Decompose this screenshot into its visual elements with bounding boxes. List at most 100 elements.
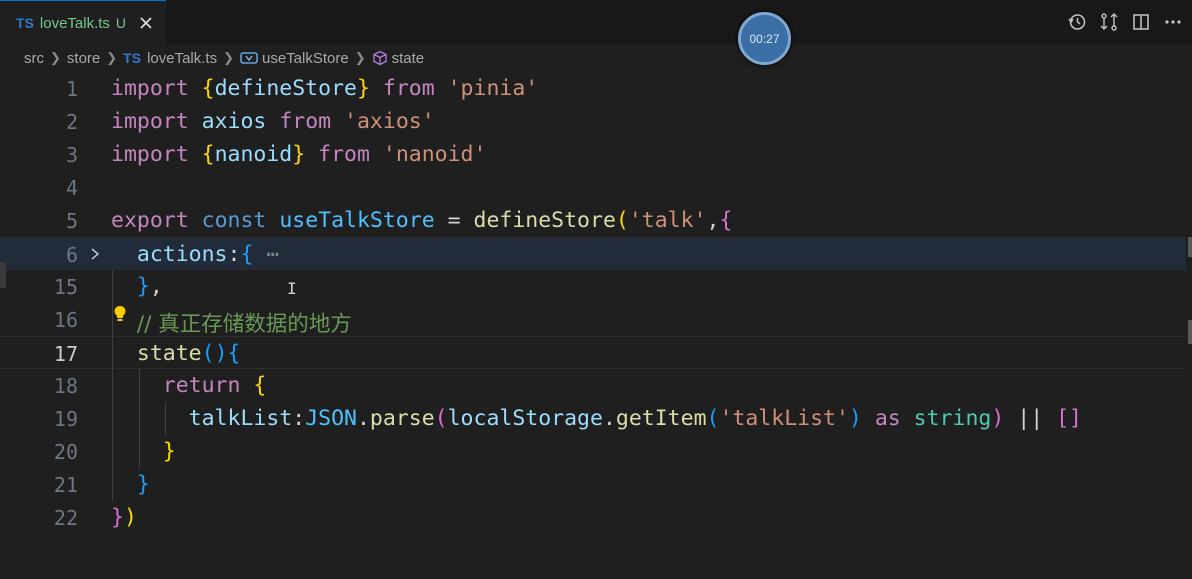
code-token: JSON bbox=[305, 406, 357, 431]
code-token: 'axios' bbox=[344, 109, 435, 134]
code-line[interactable]: 15 }, bbox=[0, 270, 1186, 303]
breadcrumb-item-symbol[interactable]: useTalkStore bbox=[262, 50, 349, 67]
code-text: }, bbox=[111, 274, 163, 299]
code-token: } bbox=[136, 274, 150, 299]
line-number: 19 bbox=[53, 407, 78, 431]
code-token: ] bbox=[1069, 406, 1082, 431]
code-token: localStorage bbox=[447, 406, 603, 431]
code-token: return bbox=[162, 373, 241, 398]
more-actions-icon[interactable] bbox=[1162, 11, 1184, 33]
code-token: 'talkList' bbox=[719, 406, 849, 431]
code-token: import bbox=[111, 109, 189, 134]
code-text: } bbox=[111, 439, 176, 464]
code-token: ) bbox=[991, 406, 1005, 431]
chevron-right-icon: ❯ bbox=[223, 50, 234, 65]
lightbulb-icon[interactable] bbox=[113, 305, 127, 327]
code-token: ( bbox=[434, 406, 448, 431]
code-editor[interactable]: 1 import {defineStore} from 'pinia' 2 impor… bbox=[0, 72, 1192, 579]
code-line[interactable]: 21 } bbox=[0, 468, 1186, 501]
breadcrumb-item-file[interactable]: loveTalk.ts bbox=[147, 50, 217, 67]
close-icon[interactable] bbox=[138, 15, 154, 31]
code-token: { bbox=[227, 341, 241, 366]
breadcrumb-item-method[interactable]: state bbox=[392, 50, 425, 67]
code-token: talkList bbox=[188, 406, 293, 431]
code-token: { bbox=[201, 76, 215, 101]
code-line[interactable]: 19 talkList:JSON.parse(localStorage.getI… bbox=[0, 402, 1186, 435]
code-token: // 真正存储数据的地方 bbox=[136, 312, 352, 337]
code-token: { bbox=[253, 373, 267, 398]
code-token: ) bbox=[214, 341, 228, 366]
compare-changes-icon[interactable] bbox=[1098, 11, 1120, 33]
scroll-marker bbox=[1188, 237, 1192, 257]
git-status-badge: U bbox=[115, 15, 127, 31]
chevron-right-icon: ❯ bbox=[354, 50, 366, 65]
line-number: 17 bbox=[53, 342, 78, 366]
code-token: : bbox=[292, 406, 306, 431]
editor-actions bbox=[1066, 10, 1184, 34]
code-token: . bbox=[602, 406, 616, 431]
code-line[interactable]: 1 import {defineStore} from 'pinia' bbox=[0, 72, 1186, 105]
code-token: ( bbox=[615, 208, 629, 233]
code-line[interactable]: 16 // 真正存储数据的地方 bbox=[0, 303, 1186, 337]
code-line[interactable]: 4 bbox=[0, 171, 1186, 204]
code-text: state(){ bbox=[111, 341, 241, 366]
code-line[interactable]: 17 state(){ bbox=[0, 336, 1186, 369]
code-text: actions:{ ⋯ bbox=[111, 242, 279, 267]
code-text: import {nanoid} from 'nanoid' bbox=[111, 142, 486, 167]
code-line[interactable]: 5 export const useTalkStore = defineStore… bbox=[0, 204, 1186, 237]
line-number: 15 bbox=[53, 275, 78, 299]
fold-chevron-icon[interactable] bbox=[90, 246, 100, 265]
vertical-scrollbar[interactable] bbox=[1186, 72, 1192, 502]
code-line[interactable]: 6 actions:{ ⋯ bbox=[0, 237, 1186, 270]
code-token: getItem bbox=[615, 406, 707, 431]
code-token: { bbox=[719, 208, 733, 233]
sash-handle[interactable] bbox=[0, 262, 6, 288]
code-token: = bbox=[434, 208, 474, 233]
code-line[interactable]: 18 return { bbox=[0, 369, 1186, 402]
code-token: ) bbox=[123, 505, 137, 530]
code-token: : bbox=[227, 242, 241, 267]
code-token: , bbox=[149, 274, 163, 299]
variable-icon bbox=[240, 51, 258, 65]
code-token: ⋯ bbox=[266, 242, 280, 267]
line-number: 18 bbox=[53, 374, 78, 398]
line-number: 5 bbox=[65, 209, 78, 233]
code-line[interactable]: 22}) bbox=[0, 501, 1186, 534]
code-line[interactable]: 20 } bbox=[0, 435, 1186, 468]
typescript-file-icon: TS bbox=[123, 50, 142, 66]
code-token: { bbox=[240, 242, 254, 267]
code-text: talkList:JSON.parse(localStorage.getItem… bbox=[111, 406, 1082, 431]
split-editor-icon[interactable] bbox=[1130, 11, 1152, 33]
history-icon[interactable] bbox=[1066, 11, 1088, 33]
breadcrumb-item-store[interactable]: store bbox=[67, 50, 100, 67]
code-text: import axios from 'axios' bbox=[111, 109, 435, 134]
code-token: nanoid bbox=[214, 142, 293, 167]
tab-lovetalk-ts[interactable]: TS loveTalk.ts U bbox=[0, 0, 166, 45]
code-token: } bbox=[292, 142, 306, 167]
code-token: from bbox=[318, 142, 370, 167]
code-token: } bbox=[162, 439, 176, 464]
breadcrumb-item-src[interactable]: src bbox=[24, 50, 44, 67]
code-line[interactable]: 2 import axios from 'axios' bbox=[0, 105, 1186, 138]
chevron-right-icon: ❯ bbox=[50, 50, 61, 65]
code-token: 'talk' bbox=[628, 208, 707, 233]
code-token: from bbox=[382, 76, 435, 101]
line-number: 2 bbox=[65, 110, 78, 134]
code-line[interactable]: 3 import {nanoid} from 'nanoid' bbox=[0, 138, 1186, 171]
